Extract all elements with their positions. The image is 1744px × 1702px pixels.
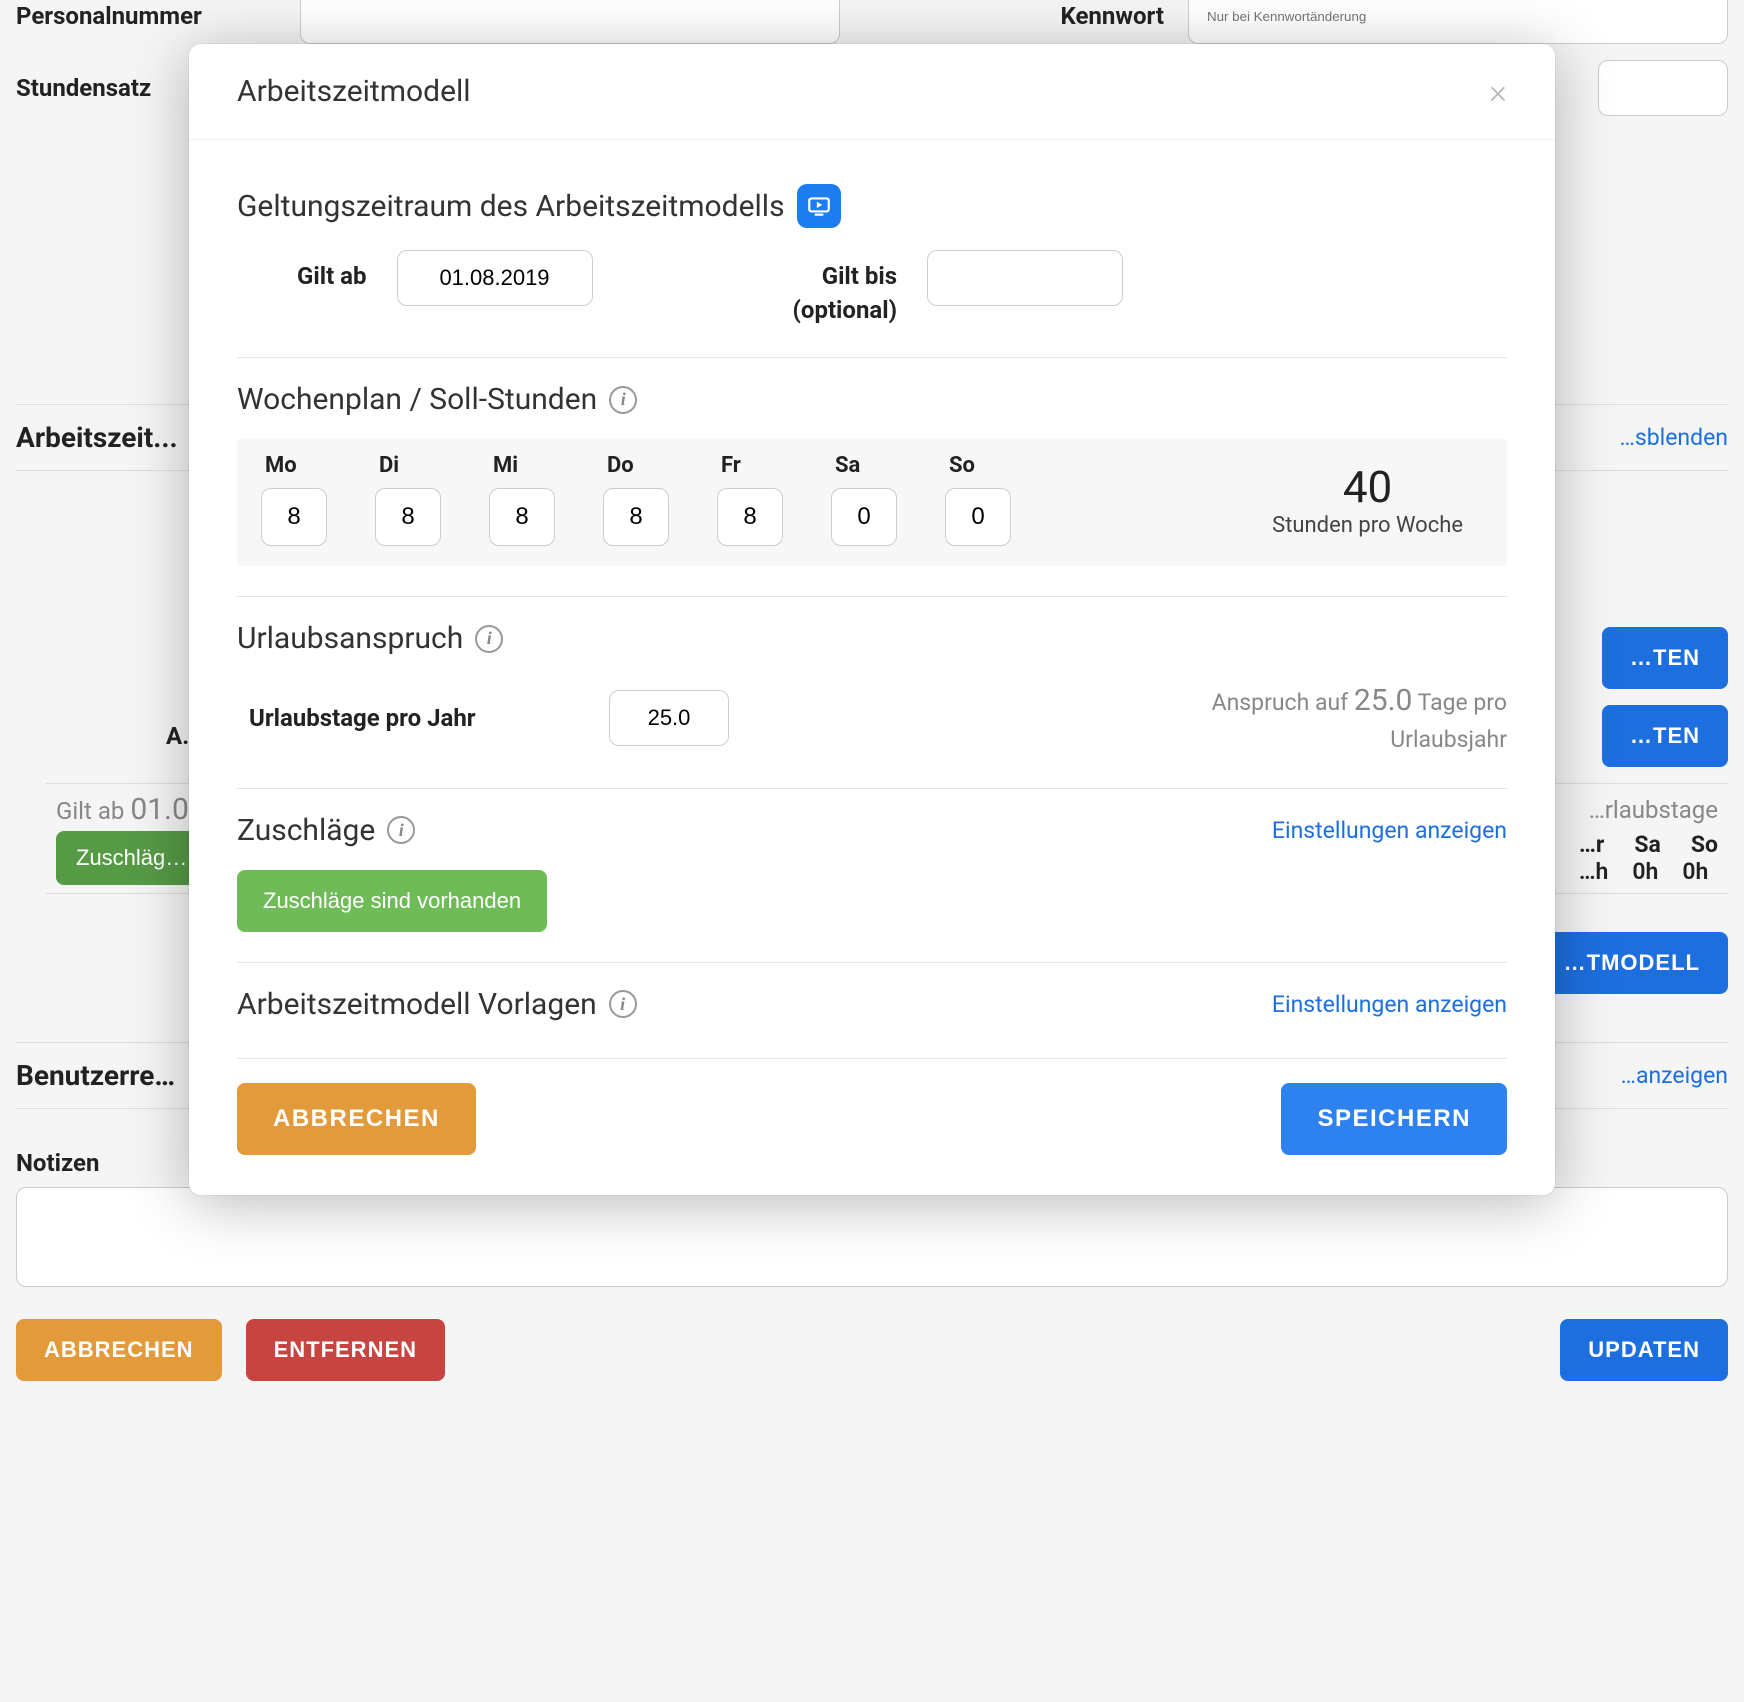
week-plan: Mo Di Mi Do [237, 439, 1507, 566]
section-zuschlage: Zuschläge i Einstellungen anzeigen Zusch… [237, 788, 1507, 962]
modal-body: Geltungszeitraum des Arbeitszeitmodells … [189, 140, 1555, 1059]
section-vorlagen: Arbeitszeitmodell Vorlagen i Einstellung… [237, 962, 1507, 1058]
day-do: Do [603, 453, 707, 546]
vorlagen-title: Arbeitszeitmodell Vorlagen i [237, 987, 637, 1022]
urlaub-summary: Anspruch auf 25.0 Tage pro Urlaubsjahr [1167, 678, 1507, 758]
info-icon[interactable]: i [387, 816, 415, 844]
info-icon[interactable]: i [609, 386, 637, 414]
urlaub-input[interactable] [609, 690, 729, 746]
day-so: So [945, 453, 1049, 546]
cancel-button[interactable]: ABBRECHEN [237, 1083, 476, 1155]
urlaub-title: Urlaubsanspruch i [237, 621, 503, 656]
day-fr: Fr [717, 453, 821, 546]
arbeitszeitmodell-modal: Arbeitszeitmodell × Geltungszeitraum des… [189, 44, 1555, 1195]
urlaub-label: Urlaubstage pro Jahr [249, 704, 609, 732]
close-icon[interactable]: × [1489, 75, 1507, 109]
day-so-input[interactable] [945, 488, 1011, 546]
section-wochenplan: Wochenplan / Soll-Stunden i Mo Di Mi [237, 357, 1507, 596]
section-geltungszeitraum: Geltungszeitraum des Arbeitszeitmodells … [237, 160, 1507, 357]
zuschlage-settings-link[interactable]: Einstellungen anzeigen [1272, 817, 1507, 844]
play-video-icon[interactable] [797, 184, 841, 228]
info-icon[interactable]: i [475, 625, 503, 653]
info-icon[interactable]: i [609, 990, 637, 1018]
modal-overlay: Arbeitszeitmodell × Geltungszeitraum des… [0, 0, 1744, 1702]
gilt-ab-label: Gilt ab [297, 250, 367, 294]
week-total: 40 Stunden pro Woche [1272, 461, 1483, 538]
vorlagen-settings-link[interactable]: Einstellungen anzeigen [1272, 991, 1507, 1018]
gilt-ab-input[interactable] [397, 250, 593, 306]
gilt-bis-label: Gilt bis (optional) [793, 250, 898, 327]
geltung-title: Geltungszeitraum des Arbeitszeitmodells [237, 184, 841, 228]
day-sa-input[interactable] [831, 488, 897, 546]
modal-header: Arbeitszeitmodell × [189, 44, 1555, 140]
day-mi: Mi [489, 453, 593, 546]
zuschlage-present-pill: Zuschläge sind vorhanden [237, 870, 547, 932]
day-sa: Sa [831, 453, 935, 546]
wochen-title: Wochenplan / Soll-Stunden i [237, 382, 637, 417]
day-mo-input[interactable] [261, 488, 327, 546]
modal-title: Arbeitszeitmodell [237, 74, 471, 109]
save-button[interactable]: SPEICHERN [1281, 1083, 1507, 1155]
day-di-input[interactable] [375, 488, 441, 546]
day-mo: Mo [261, 453, 365, 546]
gilt-bis-input[interactable] [927, 250, 1123, 306]
day-mi-input[interactable] [489, 488, 555, 546]
day-fr-input[interactable] [717, 488, 783, 546]
day-di: Di [375, 453, 479, 546]
day-do-input[interactable] [603, 488, 669, 546]
zuschlage-title: Zuschläge i [237, 813, 415, 848]
section-urlaub: Urlaubsanspruch i Urlaubstage pro Jahr A… [237, 596, 1507, 788]
modal-footer: ABBRECHEN SPEICHERN [189, 1059, 1555, 1195]
